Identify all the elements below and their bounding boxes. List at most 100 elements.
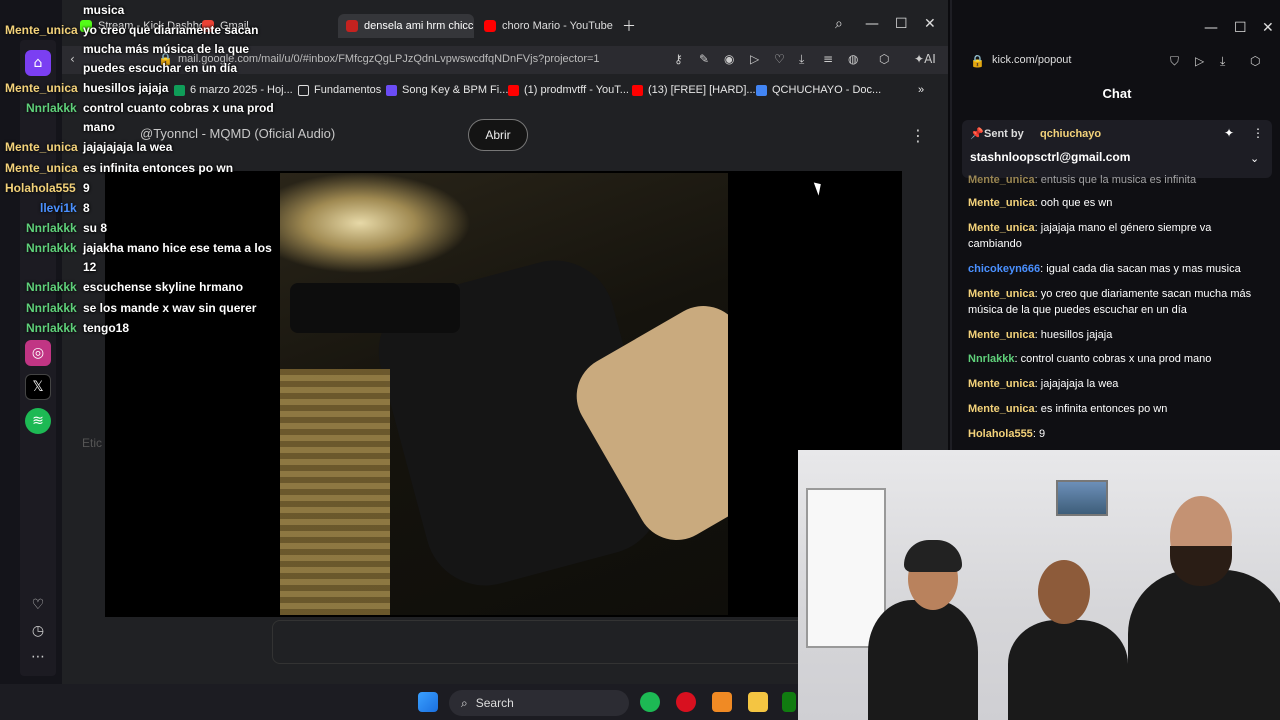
- overlay-username: Mente_unica: [5, 161, 78, 175]
- overlay-username: Mente_unica: [5, 81, 78, 95]
- play-icon[interactable]: ▷: [1195, 54, 1204, 68]
- maximize-icon[interactable]: ☐: [895, 16, 908, 32]
- overlay-message: puedes escuchar en un día: [83, 61, 238, 75]
- key-icon[interactable]: ⚷: [674, 52, 683, 66]
- overlay-username: Mente_unica: [5, 140, 78, 154]
- unpin-icon[interactable]: ✦: [1224, 126, 1234, 140]
- person: [1008, 620, 1128, 720]
- tab-youtube[interactable]: choro Mario - YouTube: [476, 14, 616, 38]
- overlay-username: Holahola555: [5, 181, 76, 195]
- open-button[interactable]: Abrir: [468, 119, 528, 151]
- instagram-icon[interactable]: ◎: [25, 340, 51, 366]
- pin-icon: 📌: [970, 127, 984, 140]
- taskbar-search[interactable]: ⌕ Search: [449, 690, 629, 716]
- chevron-down-icon[interactable]: ⌄: [1250, 152, 1259, 165]
- overlay-message: su 8: [83, 221, 108, 235]
- more-bookmarks-icon[interactable]: »: [918, 84, 924, 96]
- search-icon: ⌕: [461, 695, 468, 710]
- video-frame: [280, 173, 728, 615]
- chat-message: chicokeyn666: igual cada dia sacan mas y…: [968, 263, 1241, 275]
- chat-message: Mente_unica: huesillos jajaja: [968, 329, 1113, 341]
- extension-icon[interactable]: ⬡: [879, 52, 889, 66]
- spotify-icon[interactable]: [640, 692, 660, 712]
- bookmark-item[interactable]: (13) [FREE] [HARD]...: [632, 84, 756, 96]
- download-icon[interactable]: ⤓: [799, 52, 804, 67]
- bookmark-item[interactable]: Song Key & BPM Fi...: [386, 84, 508, 96]
- overlay-message: tengo18: [83, 321, 130, 335]
- camera-icon[interactable]: ◉: [724, 52, 734, 66]
- edit-icon[interactable]: ✎: [699, 52, 709, 66]
- chat-message: Nnrlakkk: control cuanto cobras x una pr…: [968, 353, 1212, 365]
- webcam-feed: [798, 450, 1280, 720]
- chat-message: Holahola555: 9: [968, 428, 1046, 440]
- overlay-message: escuchense skyline hrmano: [83, 280, 244, 294]
- overlay-username: Nnrlakkk: [26, 321, 77, 335]
- person: [1128, 570, 1280, 720]
- new-tab-icon[interactable]: ＋: [622, 16, 636, 36]
- beanie: [904, 540, 962, 572]
- overlay-message: 9: [83, 181, 90, 195]
- more-options-icon[interactable]: ⋮: [1252, 126, 1264, 140]
- close-icon[interactable]: ✕: [1262, 20, 1274, 36]
- overlay-message: 12: [83, 260, 97, 274]
- shield-icon[interactable]: ⛉: [1170, 54, 1179, 69]
- windows-start-icon[interactable]: [418, 692, 438, 712]
- more-options-icon[interactable]: ⋮: [910, 126, 926, 145]
- tab-gmail-active[interactable]: densela ami hrm chicc: [338, 14, 474, 38]
- youtube-icon: [484, 20, 496, 32]
- bookmark-item[interactable]: QCHUCHAYO - Doc...: [756, 84, 881, 96]
- overlay-username: llevi1k: [40, 201, 77, 215]
- overlay-username: Nnrlakkk: [26, 221, 77, 235]
- person: [868, 600, 978, 720]
- pinned-text: stashnloopsctrl@gmail.com: [970, 150, 1131, 164]
- ai-button[interactable]: ✦AI: [914, 52, 936, 66]
- overlay-message: mucha más música de la que: [83, 42, 250, 56]
- opera-icon[interactable]: [676, 692, 696, 712]
- folder-icon: [298, 84, 309, 96]
- minimize-icon[interactable]: —: [865, 16, 879, 32]
- profile-icon[interactable]: ◍: [848, 52, 858, 66]
- close-icon[interactable]: ✕: [924, 16, 936, 32]
- search-tabs-icon[interactable]: ⌕: [835, 16, 843, 32]
- pinned-sent-by: Sent by: [984, 128, 1024, 140]
- menu-icon[interactable]: ≡: [823, 52, 833, 66]
- heart-icon[interactable]: ♡: [774, 52, 785, 66]
- maximize-icon[interactable]: ☐: [1234, 20, 1247, 36]
- extension-icon[interactable]: ⬡: [1250, 54, 1260, 68]
- overlay-message: huesillos jajaja: [83, 81, 169, 95]
- bookmark-item[interactable]: (1) prodmvtff - YouT...: [508, 84, 629, 96]
- chat-url[interactable]: kick.com/popout: [992, 54, 1071, 66]
- pinned-message[interactable]: 📌 Sent by qchiuchayo stashnloopsctrl@gma…: [962, 120, 1272, 178]
- bookmark-item[interactable]: Fundamentos: [298, 84, 381, 96]
- kick-chat-window: — ☐ ✕ 🔒 kick.com/popout ⛉ ▷ ⤓ ⬡ Chat 📌 S…: [950, 0, 1280, 450]
- play-icon[interactable]: ▷: [750, 52, 759, 66]
- chat-address-bar: 🔒 kick.com/popout ⛉ ▷ ⤓ ⬡: [952, 46, 1280, 76]
- overlay-message: musica: [83, 3, 125, 17]
- chat-message: Mente_unica: ooh que es wn: [968, 197, 1113, 209]
- overlay-message: es infinita entonces po wn: [83, 161, 234, 175]
- overlay-message: jajajajaja la wea: [83, 140, 173, 154]
- overlay-message: control cuanto cobras x una prod: [83, 101, 274, 115]
- file-explorer-icon[interactable]: [748, 692, 768, 712]
- more-icon[interactable]: ⋯: [25, 644, 51, 670]
- spotify-icon[interactable]: ≋: [25, 408, 51, 434]
- gmail-icon: [346, 20, 358, 32]
- history-icon[interactable]: ◷: [25, 618, 51, 644]
- song-key-icon: [386, 84, 397, 96]
- lock-icon: 🔒: [970, 54, 985, 68]
- chat-message: Mente_unica: jajajajaja la wea: [968, 378, 1119, 390]
- overlay-username: Nnrlakkk: [26, 241, 77, 255]
- overlay-message: yo creo que diariamente sacan: [83, 23, 259, 37]
- overlay-chat: musica Mente_unica yo creo que diariamen…: [0, 0, 290, 340]
- docs-icon: [756, 84, 767, 96]
- excel-icon[interactable]: [782, 692, 796, 712]
- heart-icon[interactable]: ♡: [25, 592, 51, 618]
- download-icon[interactable]: ⤓: [1220, 54, 1225, 69]
- fl-studio-icon[interactable]: [712, 692, 732, 712]
- head: [1038, 560, 1090, 624]
- youtube-icon: [632, 84, 643, 96]
- x-icon[interactable]: 𝕏: [25, 374, 51, 400]
- overlay-message: jajakha mano hice ese tema a los: [83, 241, 272, 255]
- wall-painting: [1056, 480, 1108, 516]
- minimize-icon[interactable]: —: [1204, 20, 1218, 36]
